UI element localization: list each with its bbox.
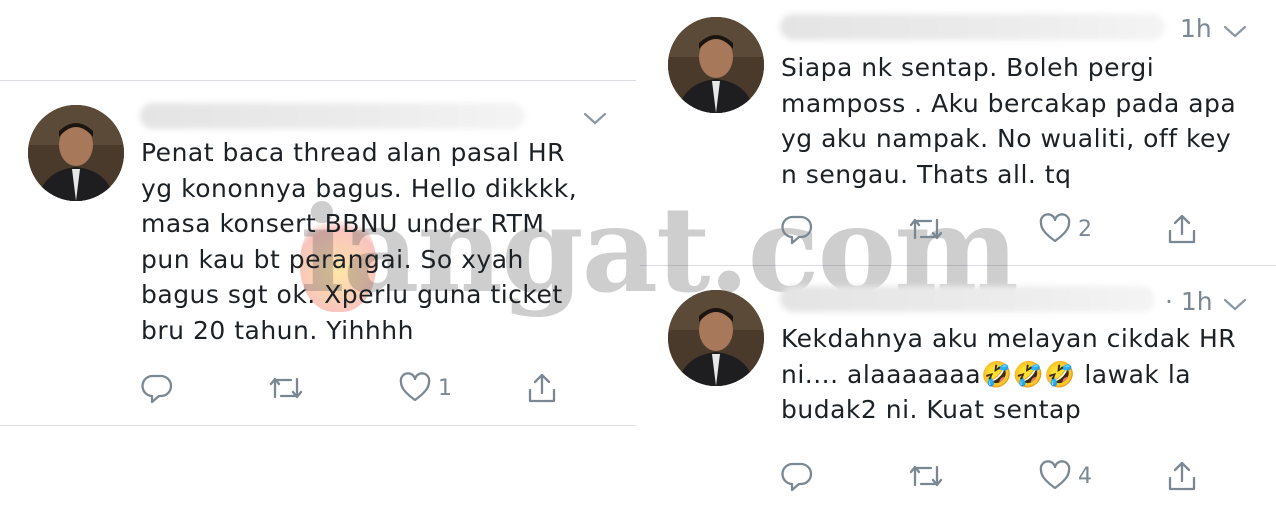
tweet-text: Siapa nk sentap. Boleh pergi mamposs . A… <box>781 53 1237 189</box>
share-icon <box>1168 214 1196 244</box>
reply-button[interactable] <box>780 459 814 493</box>
chevron-down-icon[interactable] <box>1222 297 1248 313</box>
tweet-actions: 4 <box>780 459 1230 493</box>
like-count: 1 <box>438 375 452 401</box>
chevron-down-icon[interactable] <box>582 111 608 127</box>
reply-icon <box>141 374 173 404</box>
retweet-icon <box>909 465 943 487</box>
divider-bottom-left <box>0 425 636 426</box>
retweet-icon <box>269 377 303 399</box>
reply-button[interactable] <box>140 371 174 405</box>
author-name-blurred <box>780 286 1155 312</box>
tweet-time: 1h <box>1180 14 1212 43</box>
reply-icon <box>781 215 813 245</box>
like-count: 4 <box>1078 463 1092 489</box>
like-icon <box>399 372 431 402</box>
like-button[interactable]: 4 <box>1038 459 1092 493</box>
retweet-button[interactable] <box>907 459 945 493</box>
tweet-1[interactable]: Penat baca thread alan pasal HR yg konon… <box>0 81 636 425</box>
retweet-button[interactable] <box>907 212 945 246</box>
avatar[interactable] <box>28 105 124 201</box>
share-icon <box>528 373 556 403</box>
tweet-2[interactable]: 1h Siapa nk sentap. Boleh pergi mamposs … <box>640 0 1276 265</box>
like-icon <box>1039 460 1071 490</box>
author-name-blurred <box>140 103 525 129</box>
like-count: 2 <box>1078 216 1092 242</box>
share-button[interactable] <box>525 371 559 405</box>
chevron-down-icon[interactable] <box>1222 24 1248 40</box>
author-name-blurred <box>780 14 1165 40</box>
reply-button[interactable] <box>780 212 814 246</box>
like-button[interactable]: 2 <box>1038 212 1092 246</box>
tweet-3[interactable]: · 1h Kekdahnya aku melayan cikdak HR ni.… <box>640 266 1276 511</box>
like-icon <box>1039 213 1071 243</box>
tweet-actions: 2 <box>780 212 1230 246</box>
retweet-button[interactable] <box>267 371 305 405</box>
tweet-time: · 1h <box>1165 287 1213 316</box>
share-button[interactable] <box>1165 459 1199 493</box>
like-button[interactable]: 1 <box>398 371 452 405</box>
avatar[interactable] <box>668 290 764 386</box>
tweet-text: Penat baca thread alan pasal HR yg konon… <box>141 138 578 345</box>
share-button[interactable] <box>1165 212 1199 246</box>
share-icon <box>1168 461 1196 491</box>
retweet-icon <box>909 218 943 240</box>
tweet-text: Kekdahnya aku melayan cikdak HR ni.... a… <box>781 324 1237 424</box>
avatar[interactable] <box>668 17 764 113</box>
tweet-actions: 1 <box>140 371 590 405</box>
reply-icon <box>781 462 813 492</box>
